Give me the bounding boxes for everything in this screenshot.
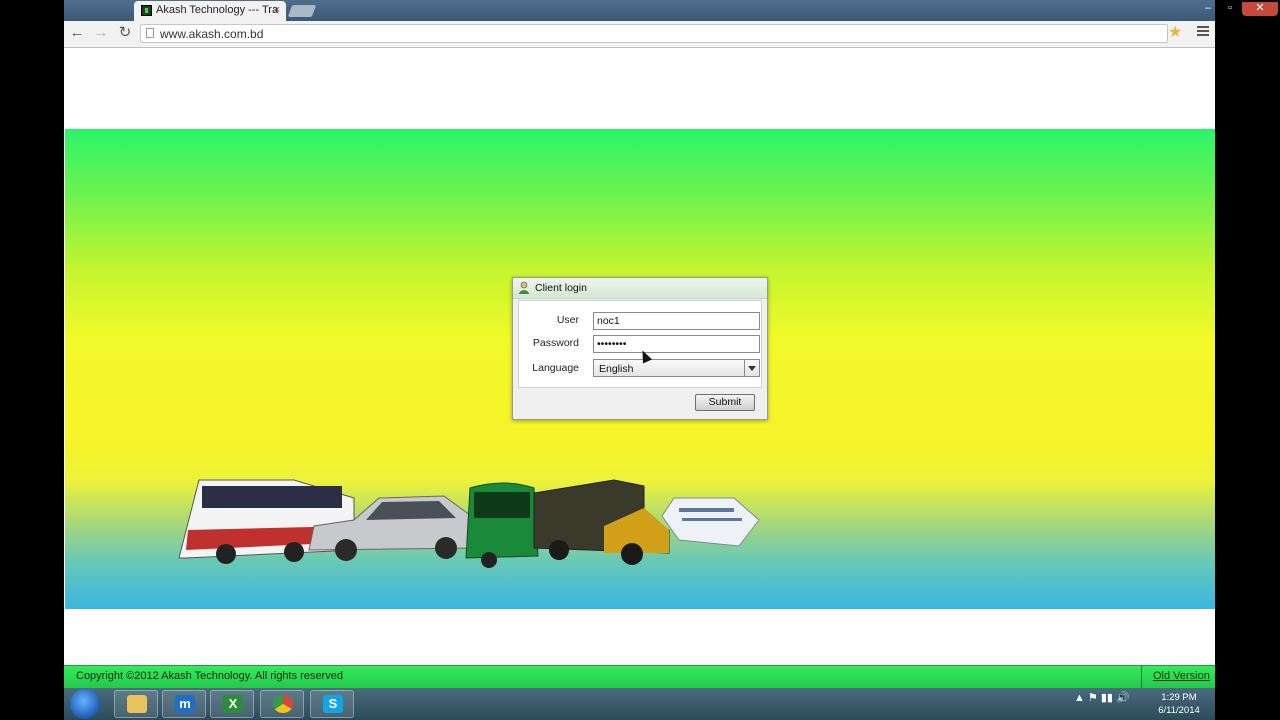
taskbar-excel[interactable]: X: [210, 690, 254, 718]
browser-tab[interactable]: Akash Technology --- Tra ×: [134, 1, 286, 21]
minimize-button[interactable]: –: [1197, 2, 1219, 16]
start-button[interactable]: [70, 689, 100, 719]
chrome-menu-icon[interactable]: [1197, 26, 1209, 38]
taskbar-clock[interactable]: 1:29 PM 6/11/2014: [1154, 691, 1204, 717]
ship-image: [661, 497, 760, 547]
password-label: Password: [532, 337, 579, 349]
user-icon: [519, 281, 529, 294]
taskbar-skype[interactable]: S: [310, 690, 354, 718]
tab-close-icon[interactable]: ×: [274, 4, 280, 16]
truck-image: [533, 479, 670, 565]
skype-icon: S: [323, 695, 343, 713]
copyright-text: Copyright ©2012 Akash Technology. All ri…: [76, 670, 343, 682]
taskbar-maxthon[interactable]: m: [162, 690, 206, 718]
page-footer: Copyright ©2012 Akash Technology. All ri…: [64, 665, 1215, 688]
clock-date: 6/11/2014: [1158, 705, 1200, 716]
clock-time: 1:29 PM: [1161, 692, 1197, 703]
new-tab-button[interactable]: [287, 5, 317, 17]
footer-divider: [1141, 666, 1142, 688]
auto-rickshaw-image: [465, 482, 539, 568]
password-input[interactable]: ••••••••: [593, 335, 760, 353]
folder-icon: [127, 695, 147, 713]
reload-button[interactable]: ↻: [116, 24, 134, 42]
old-version-link[interactable]: Old Version: [1153, 670, 1210, 682]
vehicles-illustration: [178, 479, 760, 568]
taskbar-chrome[interactable]: [260, 690, 304, 718]
forward-button[interactable]: →: [92, 24, 110, 42]
dialog-title: Client login: [535, 282, 587, 294]
taskbar-file-explorer[interactable]: [114, 690, 158, 718]
address-bar[interactable]: www.akash.com.bd: [140, 24, 1168, 43]
browser-titlebar: Akash Technology --- Tra × – ▫ ✕: [64, 0, 1278, 21]
tab-title: Akash Technology --- Tra: [156, 4, 279, 16]
windows-taskbar: m X S ▲ ⚑ ▮▮ 🔊 1:29 PM 6/11/2014: [64, 688, 1215, 720]
client-login-dialog: Client login User noc1 Password ••••••••…: [512, 277, 768, 420]
close-window-button[interactable]: ✕: [1242, 2, 1278, 16]
page-icon: [146, 28, 154, 38]
site-favicon-icon: [141, 5, 152, 16]
submit-button[interactable]: Submit: [695, 394, 755, 411]
browser-toolbar: ← → ↻ www.akash.com.bd ★: [64, 21, 1215, 48]
language-label: Language: [532, 362, 579, 374]
chevron-down-icon[interactable]: [744, 360, 759, 376]
language-select[interactable]: English: [593, 359, 760, 377]
url-text[interactable]: www.akash.com.bd: [160, 27, 263, 41]
web-page: Client login User noc1 Password ••••••••…: [64, 48, 1215, 688]
maximize-button[interactable]: ▫: [1219, 2, 1241, 16]
dialog-header: Client login: [513, 278, 767, 299]
language-value: English: [599, 363, 634, 375]
user-label: User: [556, 314, 579, 326]
login-form: User noc1 Password •••••••• Language Eng…: [518, 300, 762, 388]
bookmark-star-icon[interactable]: ★: [1168, 24, 1182, 42]
user-input[interactable]: noc1: [593, 312, 760, 330]
system-tray[interactable]: ▲ ⚑ ▮▮ 🔊: [1074, 691, 1144, 717]
maxthon-icon: m: [175, 695, 195, 713]
excel-icon: X: [223, 695, 243, 713]
back-button[interactable]: ←: [68, 24, 86, 42]
chrome-icon: [273, 695, 293, 713]
bus-image: [178, 479, 355, 564]
